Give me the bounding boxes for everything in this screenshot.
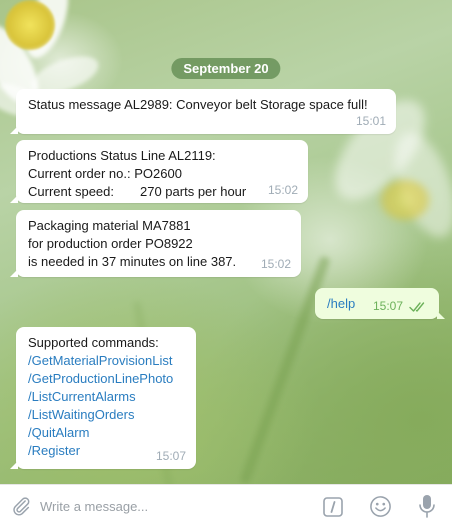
message-time: 15:07 [155, 449, 186, 463]
command-link-get-production-line-photo[interactable]: /GetProductionLinePhoto [28, 370, 184, 388]
message-time: 15:02 [267, 183, 298, 197]
message-time: 15:07 [372, 299, 403, 313]
date-separator: September 20 [171, 58, 281, 79]
message-text: Current order no.: PO2600 [28, 166, 182, 181]
command-link-list-waiting-orders[interactable]: /ListWaitingOrders [28, 406, 184, 424]
double-check-icon [409, 302, 425, 312]
message-text: for production order PO8922 [28, 236, 193, 251]
microphone-icon[interactable] [418, 494, 436, 519]
message-bubble: Supported commands: /GetMaterialProvisio… [10, 327, 196, 469]
command-link-get-material-provision-list[interactable]: /GetMaterialProvisionList [28, 352, 184, 370]
message-text: Packaging material MA7881 [28, 218, 191, 233]
message-text: Productions Status Line AL2119: [28, 148, 216, 163]
message-bubble: Packaging material MA7881 for production… [10, 210, 301, 277]
message-text: is needed in 37 minutes on line 387. [28, 254, 237, 269]
message-time: 15:02 [260, 257, 291, 271]
command-link-list-current-alarms[interactable]: /ListCurrentAlarms [28, 388, 184, 406]
message-command-link[interactable]: /help [327, 296, 355, 311]
speed-label: Current speed: [28, 184, 114, 199]
message-bubble: Productions Status Line AL2119: Current … [10, 140, 308, 203]
outgoing-message-bubble: /help 15:07 [315, 288, 445, 319]
paperclip-icon[interactable] [10, 495, 32, 517]
speed-value: 270 parts per hour [140, 184, 247, 199]
message-text: Status message AL2989: Conveyor belt Sto… [28, 97, 368, 112]
slash-command-icon[interactable] [322, 496, 344, 518]
message-bubble: Status message AL2989: Conveyor belt Sto… [10, 89, 396, 134]
message-time: 15:01 [355, 114, 386, 128]
command-link-quit-alarm[interactable]: /QuitAlarm [28, 424, 184, 442]
smiley-icon[interactable] [369, 495, 392, 518]
commands-heading: Supported commands: [28, 335, 159, 350]
message-composer [0, 484, 452, 527]
message-input[interactable] [40, 493, 300, 519]
